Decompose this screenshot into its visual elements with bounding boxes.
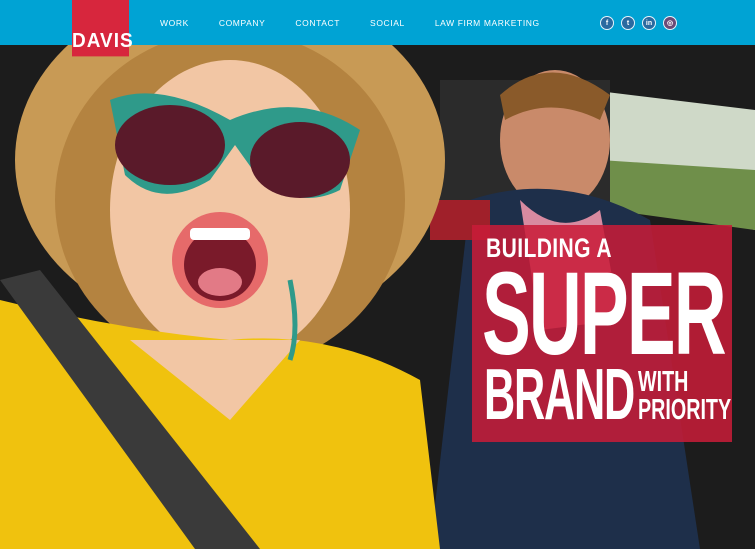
hero-headline-panel: BUILDING A SUPER BRAND WITH PRIORITY: [472, 225, 732, 442]
social-links: f t in ◎: [600, 16, 677, 30]
linkedin-icon[interactable]: in: [642, 16, 656, 30]
top-navigation-bar: DAVIS WORK COMPANY CONTACT SOCIAL LAW FI…: [0, 0, 755, 57]
nav-social[interactable]: SOCIAL: [370, 18, 405, 28]
headline-line-4: WITH PRIORITY: [638, 366, 732, 426]
nav-contact[interactable]: CONTACT: [295, 18, 340, 28]
facebook-icon[interactable]: f: [600, 16, 614, 30]
instagram-icon[interactable]: ◎: [663, 16, 677, 30]
nav-law-firm-marketing[interactable]: LAW FIRM MARKETING: [435, 18, 540, 28]
davis-logo[interactable]: DAVIS: [72, 0, 133, 57]
headline-line-3: BRAND: [484, 355, 635, 435]
headline-priority: PRIORITY: [638, 393, 732, 426]
twitter-icon[interactable]: t: [621, 16, 635, 30]
main-nav: WORK COMPANY CONTACT SOCIAL LAW FIRM MAR…: [160, 0, 570, 45]
nav-company[interactable]: COMPANY: [219, 18, 266, 28]
nav-work[interactable]: WORK: [160, 18, 189, 28]
headline-with: WITH: [638, 366, 689, 398]
